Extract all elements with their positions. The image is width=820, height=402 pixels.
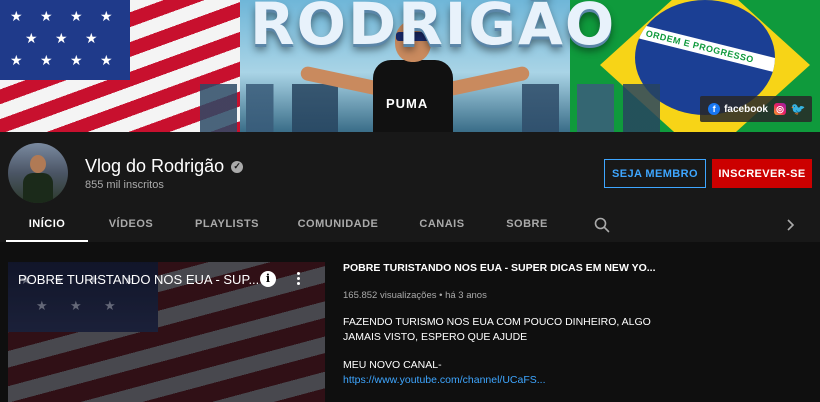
channel-name: Vlog do Rodrigão xyxy=(85,156,225,176)
channel-banner: ★ ★ ★ ★ ★ ★ ★ ★ ★ ★ ★ ORDEM E PROGRESSO PUMA ROD… xyxy=(0,0,820,132)
more-options-icon[interactable] xyxy=(295,270,301,288)
video-description: FAZENDO TURISMO NOS EUA COM POUCO DINHEI… xyxy=(343,315,663,345)
facebook-link[interactable]: f facebook xyxy=(708,103,768,115)
twitter-icon: 🐦 xyxy=(790,102,806,116)
twitter-link[interactable]: 🐦 xyxy=(790,102,806,116)
tab-about[interactable]: SOBRE xyxy=(500,210,554,242)
featured-section: ★ ★ ★ ★ ★ ★ ★ POBRE TURISTANDO NOS EUA - SUP.… xyxy=(0,242,820,402)
us-flag-canton: ★ ★ ★ ★ ★ ★ ★ ★ ★ ★ ★ xyxy=(0,0,130,80)
video-meta: 165.852 visualizações • há 3 anos xyxy=(343,290,487,301)
channel-link[interactable]: https://www.youtube.com/channel/UCaFS... xyxy=(343,374,546,386)
video-views: 165.852 visualizações xyxy=(343,290,437,301)
video-age: há 3 anos xyxy=(445,290,487,301)
join-member-button[interactable]: SEJA MEMBRO xyxy=(604,159,706,188)
verified-icon: ✓ xyxy=(231,160,244,173)
shirt-logo: PUMA xyxy=(386,96,429,111)
info-icon[interactable]: i xyxy=(260,271,276,287)
search-icon[interactable] xyxy=(594,217,610,233)
instagram-icon: ◎ xyxy=(774,103,786,115)
tab-home[interactable]: INÍCIO xyxy=(6,210,88,242)
featured-video-player[interactable]: ★ ★ ★ ★ ★ ★ ★ POBRE TURISTANDO NOS EUA - SUP.… xyxy=(8,262,325,402)
subscribe-button[interactable]: INSCREVER-SE xyxy=(712,159,812,188)
channel-tabs: INÍCIO VÍDEOS PLAYLISTS COMUNIDADE CANAI… xyxy=(0,210,820,242)
instagram-link[interactable]: ◎ xyxy=(774,103,786,115)
flag-motto: ORDEM E PROGRESSO xyxy=(635,22,775,76)
channel-header: Vlog do Rodrigão ✓ 855 mil inscritos SEJ… xyxy=(0,132,820,210)
subscriber-count: 855 mil inscritos xyxy=(85,179,164,191)
avatar[interactable] xyxy=(8,143,68,203)
facebook-label: facebook xyxy=(724,103,768,115)
tab-videos[interactable]: VÍDEOS xyxy=(98,210,164,242)
description-line: FAZENDO TURISMO NOS EUA COM POUCO DINHEI… xyxy=(343,316,651,328)
channel-name-row: Vlog do Rodrigão ✓ xyxy=(85,156,244,177)
new-channel-label: MEU NOVO CANAL- xyxy=(343,359,442,371)
chevron-right-icon[interactable] xyxy=(784,218,798,232)
facebook-icon: f xyxy=(708,103,721,115)
description-line: JAMAIS VISTO, ESPERO QUE AJUDE xyxy=(343,331,528,343)
tab-playlists[interactable]: PLAYLISTS xyxy=(186,210,268,242)
banner-title: RODRIGÃO xyxy=(250,0,617,58)
video-title[interactable]: POBRE TURISTANDO NOS EUA - SUPER DICAS E… xyxy=(343,262,663,274)
tab-community[interactable]: COMUNIDADE xyxy=(292,210,384,242)
banner-social-links: f facebook ◎ 🐦 xyxy=(700,96,812,122)
player-title: POBRE TURISTANDO NOS EUA - SUP... xyxy=(18,272,258,287)
tab-channels[interactable]: CANAIS xyxy=(410,210,474,242)
